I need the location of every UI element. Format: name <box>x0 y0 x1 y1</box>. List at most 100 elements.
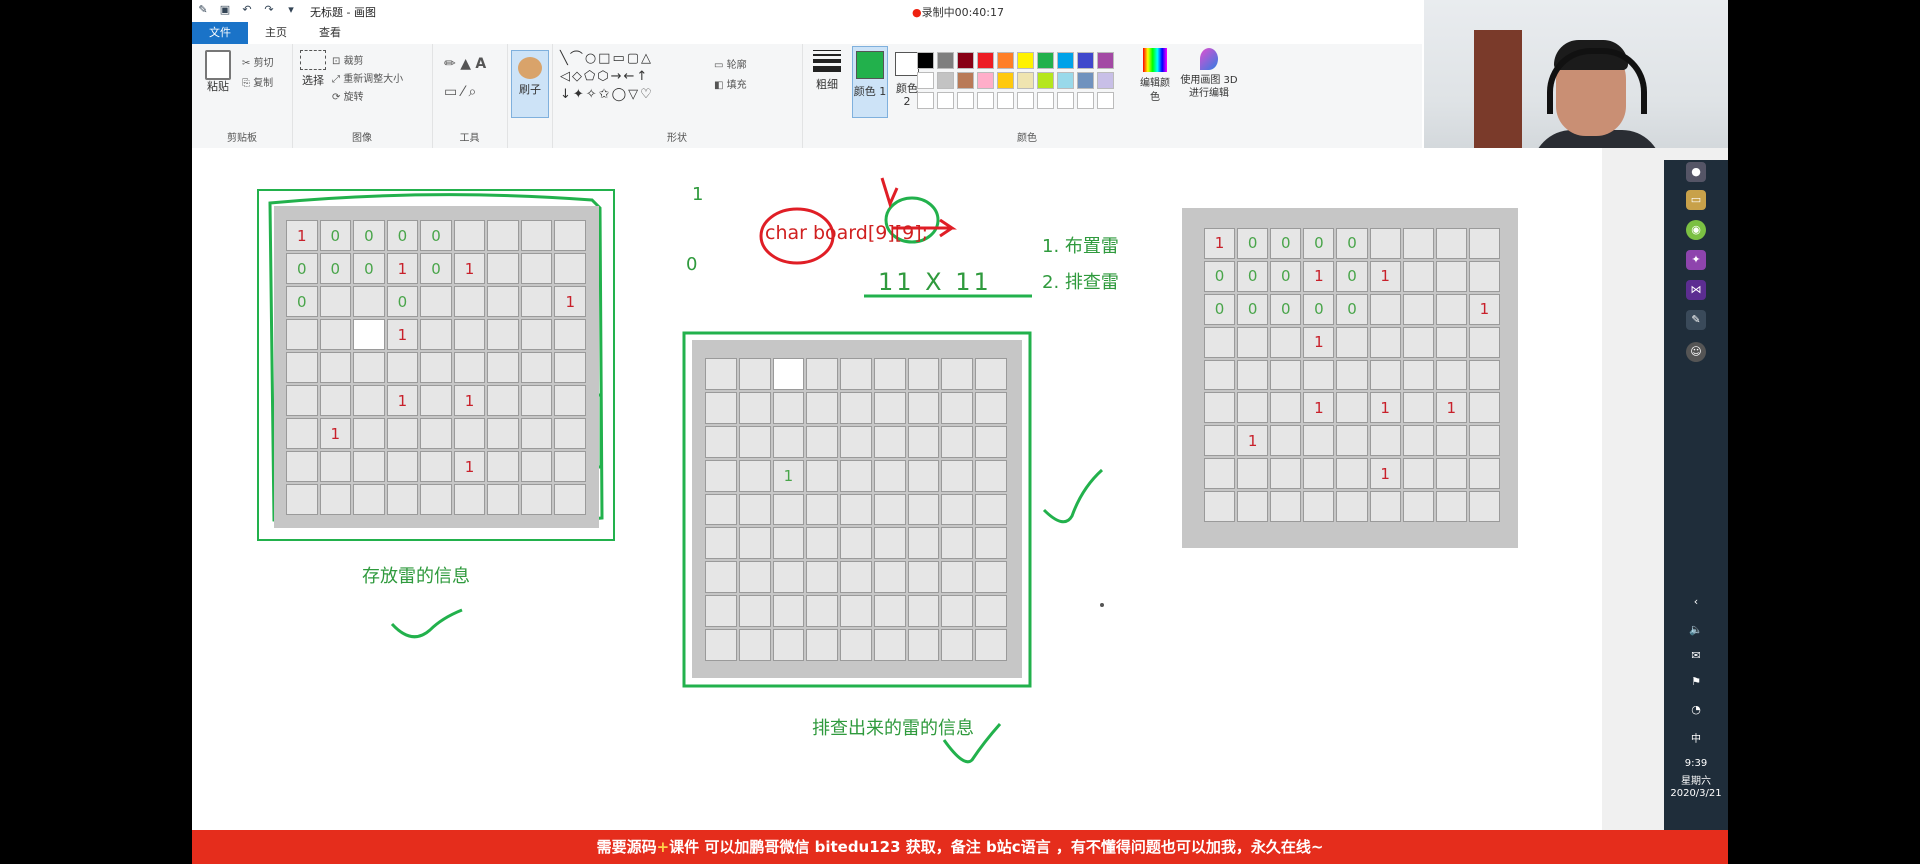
color-picker-icon[interactable]: ⁄ <box>462 84 464 100</box>
palette-row2-swatch-1[interactable] <box>937 72 954 89</box>
palette-custom-swatch-6[interactable] <box>1037 92 1054 109</box>
left-board-cell <box>487 319 519 350</box>
redo-icon[interactable]: ↷ <box>262 3 276 17</box>
right-board-cell <box>1336 425 1368 457</box>
tab-home[interactable]: 主页 <box>250 22 302 44</box>
copy-button[interactable]: ⎘ 复制 <box>242 74 273 89</box>
save-icon[interactable]: ▣ <box>218 3 232 17</box>
palette-row1-swatch-4[interactable] <box>997 52 1014 69</box>
palette-custom-swatch-8[interactable] <box>1077 92 1094 109</box>
paste-button[interactable]: 粘贴 <box>200 50 236 93</box>
palette-row1-swatch-3[interactable] <box>977 52 994 69</box>
app-icon-3[interactable]: ☺ <box>1686 342 1706 362</box>
palette-row1-swatch-7[interactable] <box>1057 52 1074 69</box>
right-board-cell <box>1435 326 1467 358</box>
ime-indicator[interactable]: 中 <box>1664 730 1728 745</box>
paste-label: 粘贴 <box>207 80 229 93</box>
paste-icon <box>205 50 231 80</box>
visual-studio-icon[interactable]: ⋈ <box>1686 280 1706 300</box>
ribbon-tabs: 文件 主页 查看 <box>192 22 1422 45</box>
right-board-cell <box>1468 491 1500 522</box>
left-board-cell <box>319 451 352 482</box>
palette-custom-swatch-5[interactable] <box>1017 92 1034 109</box>
right-board-cell <box>1237 326 1269 358</box>
palette-row1-swatch-6[interactable] <box>1037 52 1054 69</box>
left-board-cell <box>353 352 385 383</box>
left-board-cell <box>420 319 452 350</box>
fill-icon[interactable]: ▲ <box>460 56 471 72</box>
rotate-button[interactable]: ⟳ 旋转 <box>332 88 364 103</box>
palette-custom-swatch-4[interactable] <box>997 92 1014 109</box>
cut-button[interactable]: ✂ 剪切 <box>242 54 274 69</box>
network-icon[interactable]: ⚑ <box>1686 672 1706 692</box>
paint3d-button[interactable]: 使用画图 3D 进行编辑 <box>1178 48 1240 100</box>
left-board-cell <box>453 286 486 317</box>
middle-board-cell <box>772 493 805 526</box>
palette-custom-swatch-2[interactable] <box>957 92 974 109</box>
color1-button[interactable]: 颜色 1 <box>852 46 888 118</box>
palette-row2-swatch-4[interactable] <box>997 72 1014 89</box>
app-icon-4[interactable]: ◔ <box>1686 700 1706 720</box>
tab-file[interactable]: 文件 <box>192 22 248 44</box>
palette-row2-swatch-6[interactable] <box>1037 72 1054 89</box>
folder-icon[interactable]: ▭ <box>1686 190 1706 210</box>
shapes-gallery[interactable]: ╲⌒○□▭▢△ ◁◇⬠⬡→←↑ ↓✦✧✩◯▽♡ <box>560 50 654 104</box>
undo-icon[interactable]: ↶ <box>240 3 254 17</box>
resize-button[interactable]: ⤢ 重新调整大小 <box>332 70 403 85</box>
palette-custom-swatch-7[interactable] <box>1057 92 1074 109</box>
palette-row2-swatch-9[interactable] <box>1097 72 1114 89</box>
middle-board-cell <box>907 629 940 661</box>
palette-row1-swatch-5[interactable] <box>1017 52 1034 69</box>
palette-row2-swatch-7[interactable] <box>1057 72 1074 89</box>
edit-colors-button[interactable]: 编辑颜色 <box>1137 48 1173 104</box>
palette-custom-swatch-3[interactable] <box>977 92 994 109</box>
palette-row2-swatch-3[interactable] <box>977 72 994 89</box>
magnifier-icon[interactable]: ⌕ <box>468 84 476 100</box>
left-board-cell <box>420 484 452 515</box>
right-board-cell <box>1402 491 1434 522</box>
customize-chevron-icon[interactable]: ▾ <box>284 3 298 17</box>
paint-taskbar-icon[interactable]: ✎ <box>1686 310 1706 330</box>
palette-custom-swatch-9[interactable] <box>1097 92 1114 109</box>
right-board-cell <box>1336 392 1368 424</box>
eraser-icon[interactable]: ▭ <box>444 84 457 100</box>
palette-row1-swatch-8[interactable] <box>1077 52 1094 69</box>
palette-row2-swatch-0[interactable] <box>917 72 934 89</box>
right-board-cell: 0 <box>1303 228 1335 259</box>
middle-board-cell <box>705 629 737 661</box>
outline-button[interactable]: ▭ 轮廓 <box>714 56 747 71</box>
palette-row2-swatch-5[interactable] <box>1017 72 1034 89</box>
palette-row1-swatch-9[interactable] <box>1097 52 1114 69</box>
palette-row2-swatch-8[interactable] <box>1077 72 1094 89</box>
drawing-canvas[interactable]: 1000000010100111111 1 100000001010000011… <box>192 148 1602 830</box>
wechat-icon[interactable]: ✉ <box>1686 646 1706 666</box>
fill-button[interactable]: ◧ 填充 <box>714 76 747 91</box>
chrome-icon[interactable]: ◉ <box>1686 220 1706 240</box>
app-icon-1[interactable]: ● <box>1686 162 1706 182</box>
left-board-cell: 0 <box>386 220 419 251</box>
palette-custom-swatch-0[interactable] <box>917 92 934 109</box>
text-icon[interactable]: A <box>475 56 486 72</box>
middle-board-cell <box>907 459 940 492</box>
tab-view[interactable]: 查看 <box>304 22 356 44</box>
palette-row1-swatch-0[interactable] <box>917 52 934 69</box>
app-icon-2[interactable]: ✦ <box>1686 250 1706 270</box>
left-board-cell <box>353 418 385 449</box>
middle-board-cell <box>772 358 805 390</box>
crop-button[interactable]: ⊡ 裁剪 <box>332 52 364 67</box>
brushes-button[interactable]: 刷子 <box>511 50 549 118</box>
select-icon <box>300 50 326 70</box>
palette-row1-swatch-2[interactable] <box>957 52 974 69</box>
right-board-cell <box>1336 326 1368 358</box>
palette-custom-swatch-1[interactable] <box>937 92 954 109</box>
volume-icon[interactable]: 🔈 <box>1686 620 1706 640</box>
board-left-grid: 1000000010100111111 <box>286 220 586 515</box>
middle-board-cell <box>806 493 839 526</box>
size-button[interactable]: 粗细 <box>810 50 844 91</box>
palette-row1-swatch-1[interactable] <box>937 52 954 69</box>
pencil-icon[interactable]: ✏ <box>444 56 456 72</box>
group-shapes: ╲⌒○□▭▢△ ◁◇⬠⬡→←↑ ↓✦✧✩◯▽♡ ▭ 轮廓 ◧ 填充 形状 <box>552 44 803 148</box>
tray-chevron-icon[interactable]: ‹ <box>1686 592 1706 612</box>
select-button[interactable]: 选择 <box>298 50 328 87</box>
palette-row2-swatch-2[interactable] <box>957 72 974 89</box>
